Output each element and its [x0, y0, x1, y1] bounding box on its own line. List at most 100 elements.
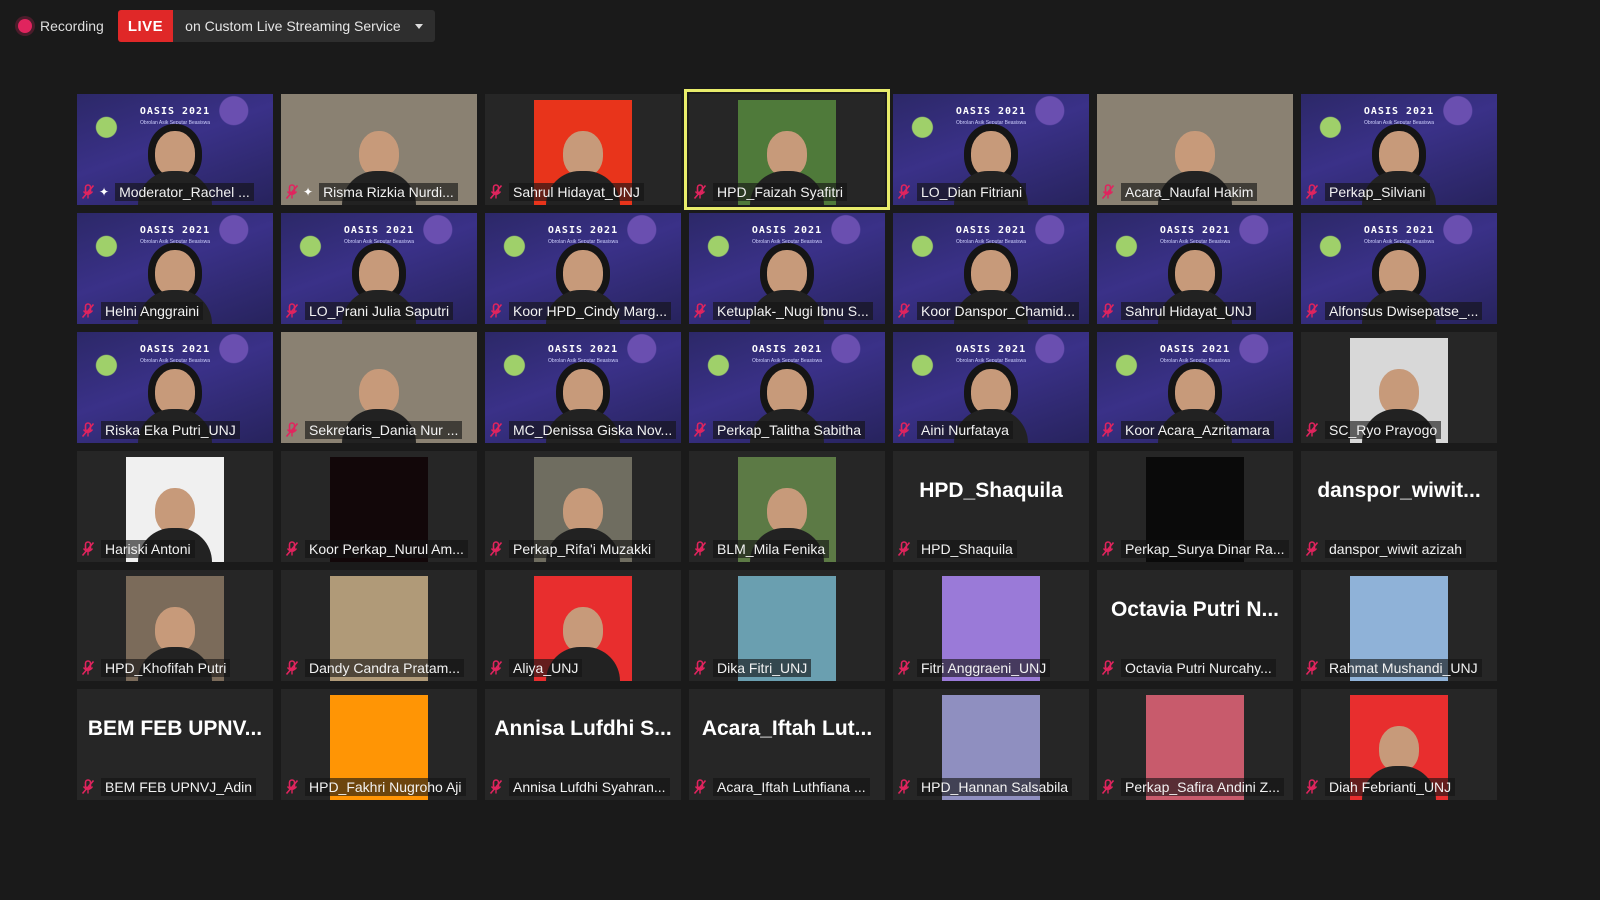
- participant-tile[interactable]: danspor_wiwit... danspor_wiwit azizah: [1301, 451, 1497, 562]
- participant-tile[interactable]: SC_Ryo Prayogo: [1301, 332, 1497, 443]
- background-title: OASIS 2021: [1159, 225, 1231, 236]
- participant-label: Riska Eka Putri_UNJ: [81, 420, 269, 440]
- participant-name: Risma Rizkia Nurdi...: [319, 183, 458, 201]
- participant-tile[interactable]: OASIS 2021 Obrolan Asik Seputar Beasiswa R…: [77, 332, 273, 443]
- background-subtitle: Obrolan Asik Seputar Beasiswa: [139, 120, 211, 126]
- participant-tile[interactable]: OASIS 2021 Obrolan Asik Seputar Beasiswa P…: [1301, 94, 1497, 205]
- caret-down-icon: [414, 23, 423, 29]
- participant-tile[interactable]: OASIS 2021 Obrolan Asik Seputar Beasiswa L…: [281, 213, 477, 324]
- participant-tile[interactable]: HPD_Fakhri Nugroho Aji: [281, 689, 477, 800]
- participant-tile[interactable]: Perkap_Rifa'i Muzakki: [485, 451, 681, 562]
- participant-name: HPD_Khofifah Putri: [101, 659, 231, 677]
- participant-label: Fitri Anggraeni_UNJ: [897, 658, 1085, 678]
- participant-tile[interactable]: OASIS 2021 Obrolan Asik Seputar Beasiswa L…: [893, 94, 1089, 205]
- participant-label: Dandy Candra Pratam...: [285, 658, 473, 678]
- participant-label: SC_Ryo Prayogo: [1305, 420, 1493, 440]
- participant-label: Sekretaris_Dania Nur ...: [285, 420, 473, 440]
- participant-name: Perkap_Talitha Sabitha: [713, 421, 865, 439]
- participant-label: BEM FEB UPNVJ_Adin: [81, 777, 269, 797]
- participant-name: HPD_Fakhri Nugroho Aji: [305, 778, 466, 796]
- participant-name: HPD_Hannan Salsabila: [917, 778, 1073, 796]
- participant-tile[interactable]: OASIS 2021 Obrolan Asik Seputar Beasiswa S…: [1097, 213, 1293, 324]
- participant-tile[interactable]: OASIS 2021 Obrolan Asik Seputar Beasiswa K…: [1097, 332, 1293, 443]
- participant-tile[interactable]: Acara_Naufal Hakim: [1097, 94, 1293, 205]
- participant-label: HPD_Khofifah Putri: [81, 658, 269, 678]
- participant-name: danspor_wiwit azizah: [1325, 540, 1467, 558]
- background-title: OASIS 2021: [139, 225, 211, 236]
- streaming-service-dropdown[interactable]: on Custom Live Streaming Service: [173, 10, 435, 42]
- participant-tile[interactable]: Fitri Anggraeni_UNJ: [893, 570, 1089, 681]
- participant-tile[interactable]: OASIS 2021 Obrolan Asik Seputar Beasiswa H…: [77, 213, 273, 324]
- participant-label: Koor Acara_Azritamara: [1101, 420, 1289, 440]
- participant-tile[interactable]: Rahmat Mushandi_UNJ: [1301, 570, 1497, 681]
- participant-tile[interactable]: OASIS 2021 Obrolan Asik Seputar Beasiswa ✦…: [77, 94, 273, 205]
- background-title: OASIS 2021: [1363, 106, 1435, 117]
- muted-mic-icon: [1101, 422, 1115, 438]
- participant-tile[interactable]: Sekretaris_Dania Nur ...: [281, 332, 477, 443]
- muted-mic-icon: [897, 184, 911, 200]
- participant-tile[interactable]: HPD_Faizah Syafitri: [684, 89, 890, 210]
- participant-tile[interactable]: Sahrul Hidayat_UNJ: [485, 94, 681, 205]
- background-title: OASIS 2021: [1159, 344, 1231, 355]
- participant-tile[interactable]: OASIS 2021 Obrolan Asik Seputar Beasiswa K…: [893, 213, 1089, 324]
- background-title: OASIS 2021: [139, 106, 211, 117]
- participant-tile[interactable]: OASIS 2021 Obrolan Asik Seputar Beasiswa M…: [485, 332, 681, 443]
- muted-mic-icon: [693, 541, 707, 557]
- participant-tile[interactable]: Perkap_Safira Andini Z...: [1097, 689, 1293, 800]
- participant-tile[interactable]: OASIS 2021 Obrolan Asik Seputar Beasiswa K…: [689, 213, 885, 324]
- participant-name: Octavia Putri Nurcahy...: [1121, 659, 1276, 677]
- recording-indicator[interactable]: Recording: [10, 18, 112, 34]
- participant-tile[interactable]: BLM_Mila Fenika: [689, 451, 885, 562]
- recording-label: Recording: [40, 18, 104, 34]
- participant-tile[interactable]: OASIS 2021 Obrolan Asik Seputar Beasiswa K…: [485, 213, 681, 324]
- participant-tile[interactable]: HPD_Khofifah Putri: [77, 570, 273, 681]
- participant-tile[interactable]: Dika Fitri_UNJ: [689, 570, 885, 681]
- participant-tile[interactable]: Perkap_Surya Dinar Ra...: [1097, 451, 1293, 562]
- participant-label: Perkap_Silviani: [1305, 182, 1493, 202]
- muted-mic-icon: [489, 303, 503, 319]
- display-name-placeholder: Acara_Iftah Lut...: [701, 717, 873, 740]
- participant-name: Ketuplak-_Nugi Ibnu S...: [713, 302, 873, 320]
- muted-mic-icon: [693, 660, 707, 676]
- participant-tile[interactable]: Acara_Iftah Lut... Acara_Iftah Luthfiana …: [689, 689, 885, 800]
- background-subtitle: Obrolan Asik Seputar Beasiswa: [751, 239, 823, 245]
- live-stream-control[interactable]: LIVE on Custom Live Streaming Service: [117, 10, 435, 42]
- participant-tile[interactable]: Aliya_UNJ: [485, 570, 681, 681]
- participant-label: LO_Dian Fitriani: [897, 182, 1085, 202]
- background-title: OASIS 2021: [139, 344, 211, 355]
- participant-tile[interactable]: ✦ Risma Rizkia Nurdi...: [281, 94, 477, 205]
- participant-tile[interactable]: Annisa Lufdhi S... Annisa Lufdhi Syahran.…: [485, 689, 681, 800]
- participant-tile[interactable]: Koor Perkap_Nurul Am...: [281, 451, 477, 562]
- participant-label: HPD_Hannan Salsabila: [897, 777, 1085, 797]
- participant-name: Koor HPD_Cindy Marg...: [509, 302, 672, 320]
- muted-mic-icon: [693, 303, 707, 319]
- muted-mic-icon: [693, 779, 707, 795]
- participant-tile[interactable]: HPD_Shaquila HPD_Shaquila: [893, 451, 1089, 562]
- participant-tile[interactable]: OASIS 2021 Obrolan Asik Seputar Beasiswa A…: [1301, 213, 1497, 324]
- participant-name: Diah Febrianti_UNJ: [1325, 778, 1456, 796]
- background-subtitle: Obrolan Asik Seputar Beasiswa: [955, 358, 1027, 364]
- muted-mic-icon: [1305, 660, 1319, 676]
- participant-tile[interactable]: Hariski Antoni: [77, 451, 273, 562]
- background-title: OASIS 2021: [343, 225, 415, 236]
- participant-label: Acara_Naufal Hakim: [1101, 182, 1289, 202]
- participant-label: Koor HPD_Cindy Marg...: [489, 301, 677, 321]
- participant-tile[interactable]: HPD_Hannan Salsabila: [893, 689, 1089, 800]
- gallery-view-grid: OASIS 2021 Obrolan Asik Seputar Beasiswa ✦…: [77, 89, 1497, 800]
- participant-tile[interactable]: Dandy Candra Pratam...: [281, 570, 477, 681]
- participant-name: Riska Eka Putri_UNJ: [101, 421, 240, 439]
- muted-mic-icon: [1305, 184, 1319, 200]
- participant-label: Perkap_Rifa'i Muzakki: [489, 539, 677, 559]
- participant-label: Hariski Antoni: [81, 539, 269, 559]
- participant-tile[interactable]: Octavia Putri N... Octavia Putri Nurcahy.…: [1097, 570, 1293, 681]
- muted-mic-icon: [489, 541, 503, 557]
- muted-mic-icon: [897, 303, 911, 319]
- participant-tile[interactable]: Diah Febrianti_UNJ: [1301, 689, 1497, 800]
- participant-label: HPD_Fakhri Nugroho Aji: [285, 777, 473, 797]
- participant-name: BLM_Mila Fenika: [713, 540, 830, 558]
- participant-name: SC_Ryo Prayogo: [1325, 421, 1442, 439]
- participant-tile[interactable]: OASIS 2021 Obrolan Asik Seputar Beasiswa A…: [893, 332, 1089, 443]
- participant-tile[interactable]: OASIS 2021 Obrolan Asik Seputar Beasiswa P…: [689, 332, 885, 443]
- participant-name: Acara_Iftah Luthfiana ...: [713, 778, 870, 796]
- participant-tile[interactable]: BEM FEB UPNV... BEM FEB UPNVJ_Adin: [77, 689, 273, 800]
